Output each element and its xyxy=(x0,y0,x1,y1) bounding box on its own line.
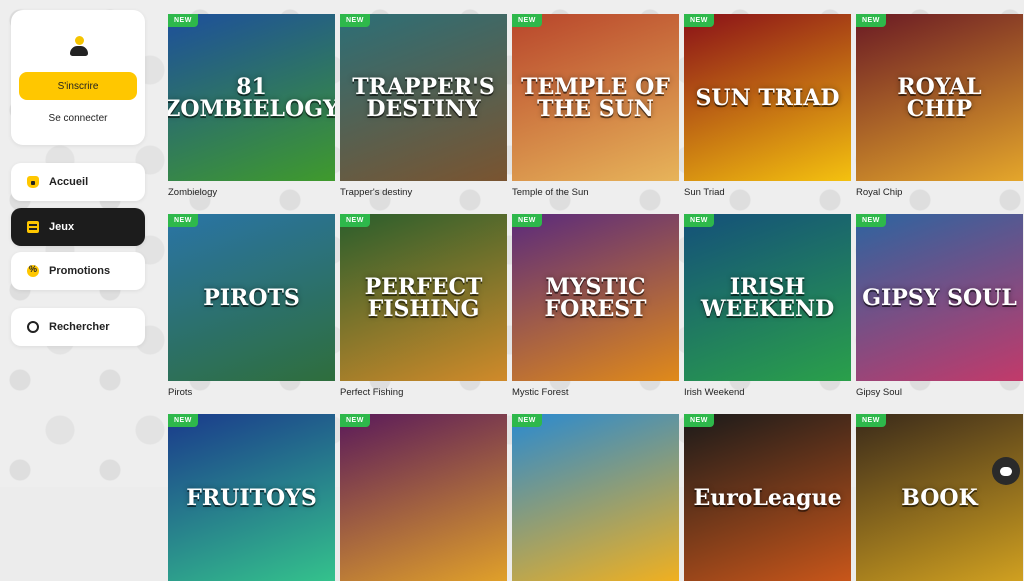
signup-button[interactable]: S'inscrire xyxy=(19,72,137,100)
game-thumbnail[interactable]: NEW FRUITOYS xyxy=(168,414,335,581)
game-logo-art: BOOK xyxy=(901,484,978,511)
game-title[interactable]: Sun Triad xyxy=(684,187,851,199)
game-thumbnail[interactable]: NEW TEMPLE OF THE SUN xyxy=(512,14,679,181)
games-icon xyxy=(27,221,39,233)
game-tile[interactable]: NEW TEMPLE OF THE SUN Temple of the Sun xyxy=(512,14,679,199)
game-thumbnail[interactable]: NEW GIPSY SOUL xyxy=(856,214,1023,381)
nav-item-label: Rechercher xyxy=(49,321,110,333)
game-title[interactable]: Zombielogy xyxy=(168,187,335,199)
game-tile[interactable]: NEW IRISH WEEKEND Irish Weekend xyxy=(684,214,851,399)
user-avatar-icon xyxy=(70,36,88,58)
game-tile[interactable]: NEW SUN TRIAD Sun Triad xyxy=(684,14,851,199)
nav-item-home[interactable]: Accueil xyxy=(11,163,145,201)
new-badge: NEW xyxy=(856,214,886,227)
game-thumbnail[interactable]: NEW EuroLeague xyxy=(684,414,851,581)
game-logo-art: TRAPPER'S DESTINY xyxy=(352,73,495,122)
game-tile[interactable]: NEW EuroLeague xyxy=(684,414,851,581)
game-thumbnail[interactable]: NEW IRISH WEEKEND xyxy=(684,214,851,381)
promotions-icon xyxy=(27,264,39,277)
new-badge: NEW xyxy=(856,14,886,27)
new-badge: NEW xyxy=(856,414,886,427)
game-logo-art: EuroLeague xyxy=(693,484,842,511)
game-title[interactable]: Pirots xyxy=(168,387,335,399)
nav-item-search[interactable]: Rechercher xyxy=(11,308,145,346)
new-badge: NEW xyxy=(512,414,542,427)
game-tile[interactable]: NEW 81 ZOMBIELOGY Zombielogy xyxy=(168,14,335,199)
game-tile[interactable]: NEW PIROTS Pirots xyxy=(168,214,335,399)
game-logo-art: FRUITOYS xyxy=(186,484,317,511)
game-tile[interactable]: NEW xyxy=(340,414,507,581)
game-title[interactable]: Temple of the Sun xyxy=(512,187,679,199)
game-tile[interactable]: NEW TRAPPER'S DESTINY Trapper's destiny xyxy=(340,14,507,199)
game-thumbnail[interactable]: NEW PERFECT FISHING xyxy=(340,214,507,381)
new-badge: NEW xyxy=(168,214,198,227)
nav-item-label: Jeux xyxy=(49,221,75,233)
game-title[interactable]: Perfect Fishing xyxy=(340,387,507,399)
new-badge: NEW xyxy=(340,214,370,227)
game-thumbnail[interactable]: NEW xyxy=(512,414,679,581)
new-badge: NEW xyxy=(168,414,198,427)
game-title[interactable]: Mystic Forest xyxy=(512,387,679,399)
game-thumbnail[interactable]: NEW SUN TRIAD xyxy=(684,14,851,181)
new-badge: NEW xyxy=(684,14,714,27)
sidebar: S'inscrire Se connecter Accueil Jeux Pro… xyxy=(0,0,160,487)
game-thumbnail[interactable]: NEW MYSTIC FOREST xyxy=(512,214,679,381)
search-icon xyxy=(27,321,39,333)
game-tile[interactable]: NEW GIPSY SOUL Gipsy Soul xyxy=(856,214,1023,399)
new-badge: NEW xyxy=(684,214,714,227)
game-tile[interactable]: NEW ROYAL CHIP Royal Chip xyxy=(856,14,1023,199)
login-link[interactable]: Se connecter xyxy=(11,113,145,124)
game-thumbnail[interactable]: NEW BOOK xyxy=(856,414,1023,581)
game-logo-art: SUN TRIAD xyxy=(695,84,840,111)
chat-button[interactable] xyxy=(992,457,1020,485)
game-logo-art: IRISH WEEKEND xyxy=(700,273,835,322)
game-logo-art: 81 ZOMBIELOGY xyxy=(168,73,335,122)
game-tile[interactable]: NEW xyxy=(512,414,679,581)
account-card: S'inscrire Se connecter xyxy=(11,10,145,145)
game-thumbnail[interactable]: NEW PIROTS xyxy=(168,214,335,381)
game-thumbnail[interactable]: NEW ROYAL CHIP xyxy=(856,14,1023,181)
game-tile[interactable]: NEW BOOK xyxy=(856,414,1023,581)
game-title[interactable]: Irish Weekend xyxy=(684,387,851,399)
game-title[interactable]: Trapper's destiny xyxy=(340,187,507,199)
new-badge: NEW xyxy=(684,414,714,427)
new-badge: NEW xyxy=(168,14,198,27)
game-thumbnail[interactable]: NEW xyxy=(340,414,507,581)
nav-item-games[interactable]: Jeux xyxy=(11,208,145,246)
new-badge: NEW xyxy=(512,214,542,227)
nav-item-promotions[interactable]: Promotions xyxy=(11,252,145,290)
game-logo-art: TEMPLE OF THE SUN xyxy=(521,73,670,122)
game-title[interactable]: Gipsy Soul xyxy=(856,387,1023,399)
game-logo-art: ROYAL CHIP xyxy=(897,73,982,122)
chat-bubble-icon xyxy=(1000,466,1012,476)
game-logo-art: PERFECT FISHING xyxy=(364,273,483,322)
new-badge: NEW xyxy=(340,414,370,427)
game-logo-art: MYSTIC FOREST xyxy=(544,273,647,322)
new-badge: NEW xyxy=(512,14,542,27)
home-icon xyxy=(27,176,39,188)
nav-item-label: Promotions xyxy=(49,265,111,277)
game-tile[interactable]: NEW PERFECT FISHING Perfect Fishing xyxy=(340,214,507,399)
new-badge: NEW xyxy=(340,14,370,27)
game-tile[interactable]: NEW FRUITOYS xyxy=(168,414,335,581)
game-logo-art: PIROTS xyxy=(203,284,300,311)
nav-item-label: Accueil xyxy=(49,176,89,188)
game-title[interactable]: Royal Chip xyxy=(856,187,1023,199)
game-thumbnail[interactable]: NEW 81 ZOMBIELOGY xyxy=(168,14,335,181)
game-tile[interactable]: NEW MYSTIC FOREST Mystic Forest xyxy=(512,214,679,399)
game-logo-art: GIPSY SOUL xyxy=(862,284,1017,311)
game-thumbnail[interactable]: NEW TRAPPER'S DESTINY xyxy=(340,14,507,181)
